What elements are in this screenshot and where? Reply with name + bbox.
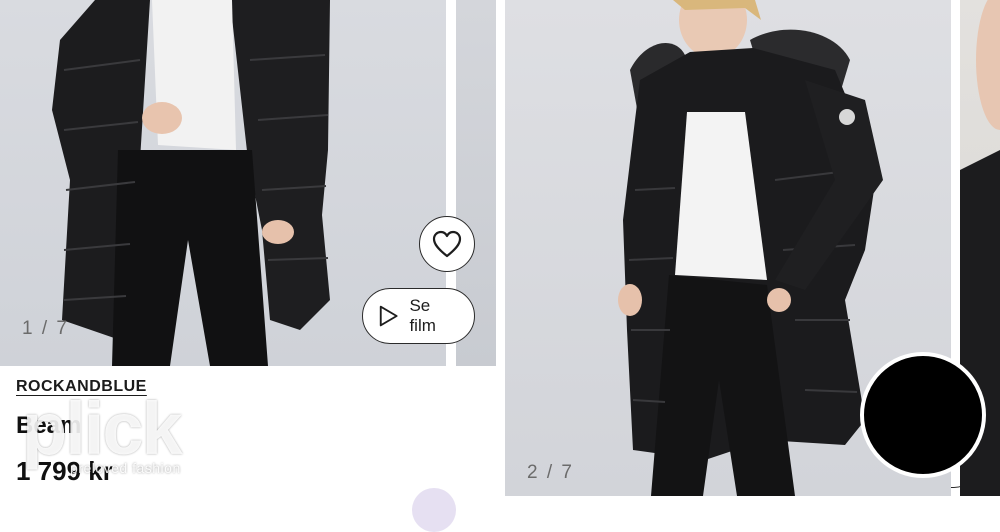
plick-watermark: plick preloved fashion <box>22 387 183 477</box>
play-triangle-icon <box>379 305 398 327</box>
play-film-button[interactable]: Se film <box>362 288 475 344</box>
bottom-indicator <box>412 488 456 532</box>
play-film-label: Se film <box>409 296 436 335</box>
favorite-button[interactable] <box>419 216 475 272</box>
watermark-logo-text: plick <box>22 387 183 470</box>
image-counter: 2 / 7 <box>527 462 574 483</box>
user-avatar-overlay <box>860 352 986 478</box>
image-counter: 1 / 7 <box>22 318 69 339</box>
product-card[interactable]: 1 / 7 Se film ROCKANDBLUE Beam 1 799 kr … <box>0 0 496 532</box>
watermark-tagline: preloved fashion <box>70 460 181 476</box>
heart-outline-icon <box>432 230 462 258</box>
